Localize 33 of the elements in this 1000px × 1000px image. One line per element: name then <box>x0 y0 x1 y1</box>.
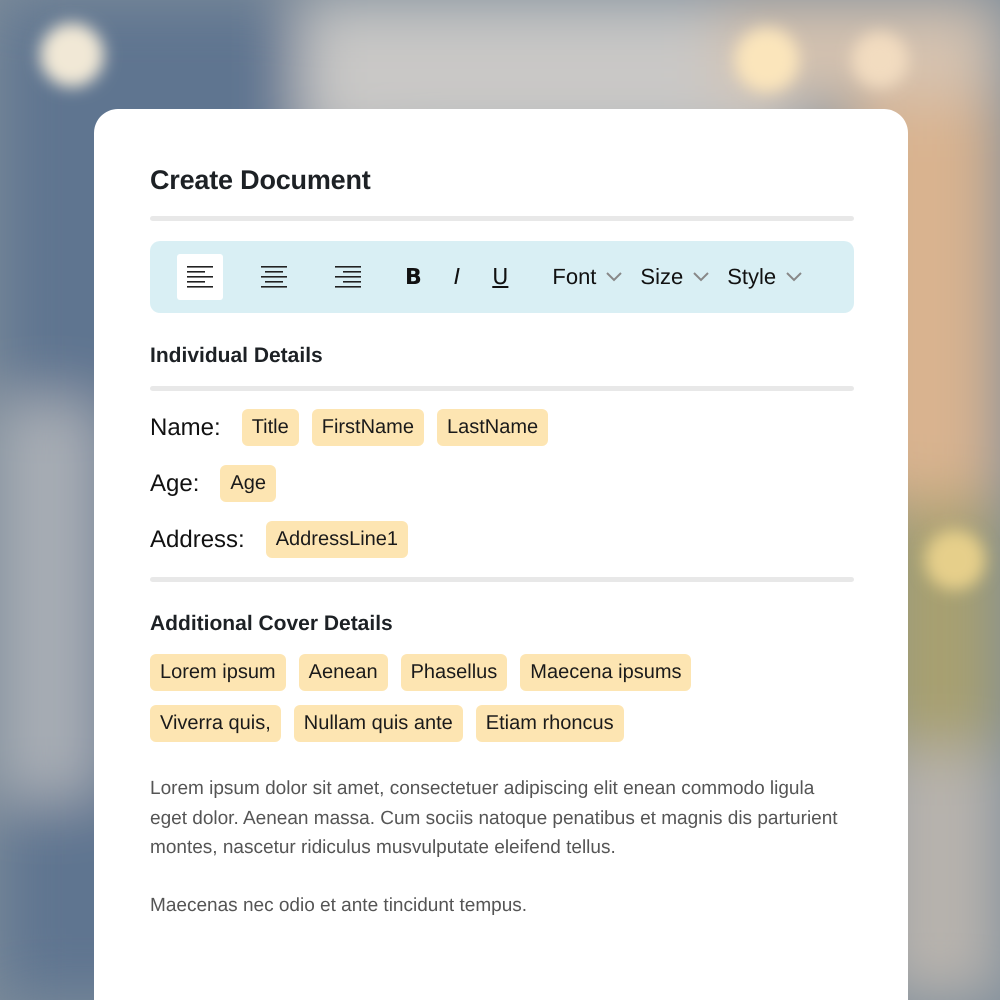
placeholder-token: Age <box>220 465 276 502</box>
tag: Aenean <box>298 654 388 691</box>
italic-button[interactable]: I <box>448 264 466 290</box>
align-icon <box>260 264 288 290</box>
body-paragraph: Maecenas nec odio et ante tincidunt tempus. <box>150 894 528 918</box>
align-button[interactable] <box>177 254 223 300</box>
tag: Lorem ipsum <box>150 654 286 691</box>
dropdown-button[interactable]: Size <box>640 264 710 290</box>
tag: Viverra quis, <box>150 705 281 742</box>
section-heading: Additional Cover Details <box>150 612 394 636</box>
field-label: Age: <box>150 470 200 498</box>
section-heading: Individual Details <box>150 344 324 368</box>
placeholder-token: LastName <box>436 409 548 446</box>
align-icon <box>334 264 362 290</box>
field-label: Address: <box>150 526 245 554</box>
page-title: Create Document <box>150 165 372 196</box>
dropdown-button[interactable]: Font <box>552 264 622 290</box>
tag: Etiam rhoncus <box>476 705 624 742</box>
body-paragraph: Lorem ipsum dolor sit amet, consectetuer adipiscing elit enean commodo ligula eget dolor. Aenean massa. Cum sociis natoque penatibus et magnis dis parturient montes, nascetur ridiculus musvulputate eleifend tellus. <box>150 777 839 860</box>
placeholder-token: FirstName <box>312 409 424 446</box>
placeholder-token: Title <box>242 409 299 446</box>
bold-button[interactable]: B <box>399 264 428 290</box>
field-label: Name: <box>150 414 221 442</box>
dropdown-button[interactable]: Style <box>727 264 802 290</box>
chevron-icon <box>606 272 622 282</box>
chevron-icon <box>693 272 710 282</box>
underline-button[interactable]: U <box>486 264 514 290</box>
chevron-icon <box>786 272 802 282</box>
tag: Maecena ipsums <box>520 654 692 691</box>
align-icon <box>186 264 214 290</box>
placeholder-token: AddressLine1 <box>266 521 408 558</box>
tag: Nullam quis ante <box>294 705 463 742</box>
tag: Phasellus <box>400 654 508 691</box>
